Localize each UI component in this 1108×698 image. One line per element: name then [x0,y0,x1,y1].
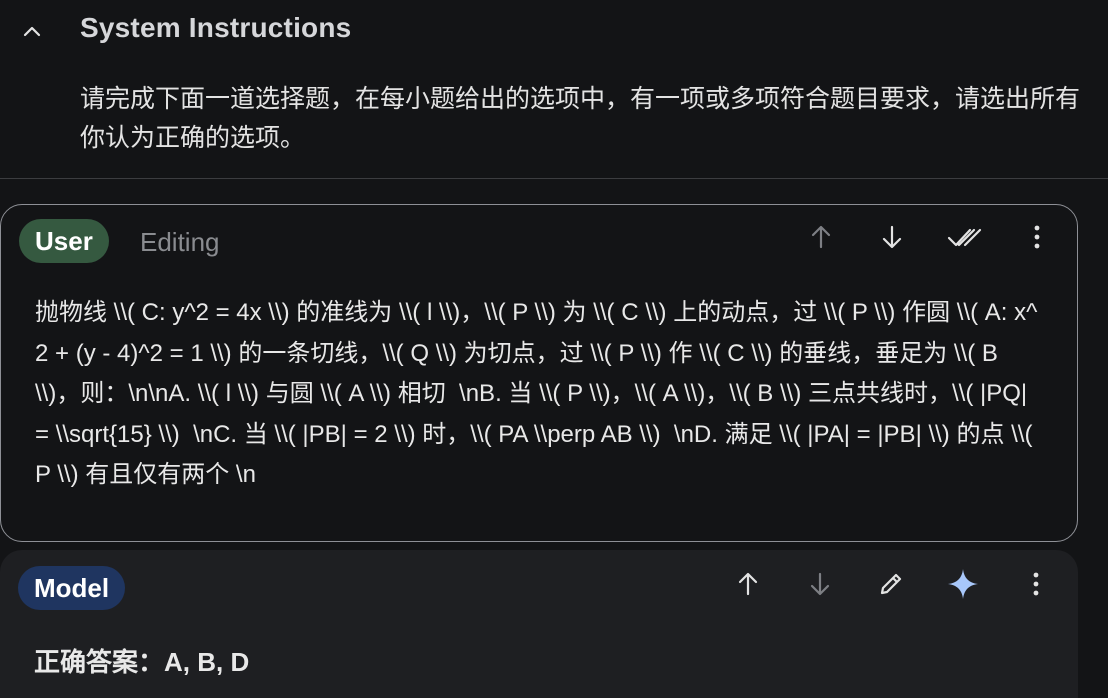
model-move-up-button[interactable] [728,566,768,606]
move-up-button[interactable] [801,219,841,259]
model-answer-text[interactable]: 正确答案：A, B, D [34,642,249,679]
arrow-down-icon [806,570,834,603]
arrow-down-icon [878,223,906,256]
model-turn[interactable]: Model 正确答案：A, B, D [0,550,1078,698]
editing-status: Editing [140,227,220,257]
chevron-up-icon[interactable] [20,20,44,44]
arrow-up-icon [734,570,762,603]
sparkle-icon [946,567,980,606]
model-role-badge: Model [18,566,126,610]
edit-icon [877,570,905,603]
divider [0,178,1108,179]
user-role-badge: User [19,219,109,263]
system-instructions-text[interactable]: 请完成下面一道选择题，在每小题给出的选项中，有一项或多项符合题目要求，请选出所有… [80,80,1090,158]
user-more-options-button[interactable] [1017,219,1057,259]
move-down-button[interactable] [872,219,912,259]
system-instructions-title: System Instructions [80,12,352,43]
arrow-up-icon [807,223,835,256]
done-all-icon [946,223,982,256]
more-vert-icon [1032,571,1040,602]
user-turn[interactable]: User Editing 抛物线 \\( C: y^2 = 4x \\) 的准线… [0,204,1078,542]
model-move-down-button[interactable] [800,566,840,606]
model-more-options-button[interactable] [1016,566,1056,606]
system-instructions-header[interactable]: System Instructions [0,0,1108,62]
done-editing-button[interactable] [944,219,984,259]
user-message-text[interactable]: 抛物线 \\( C: y^2 = 4x \\) 的准线为 \\( l \\)，\… [35,293,1045,496]
model-edit-button[interactable] [871,566,911,606]
more-vert-icon [1033,224,1041,255]
model-rerun-button[interactable] [943,566,983,606]
